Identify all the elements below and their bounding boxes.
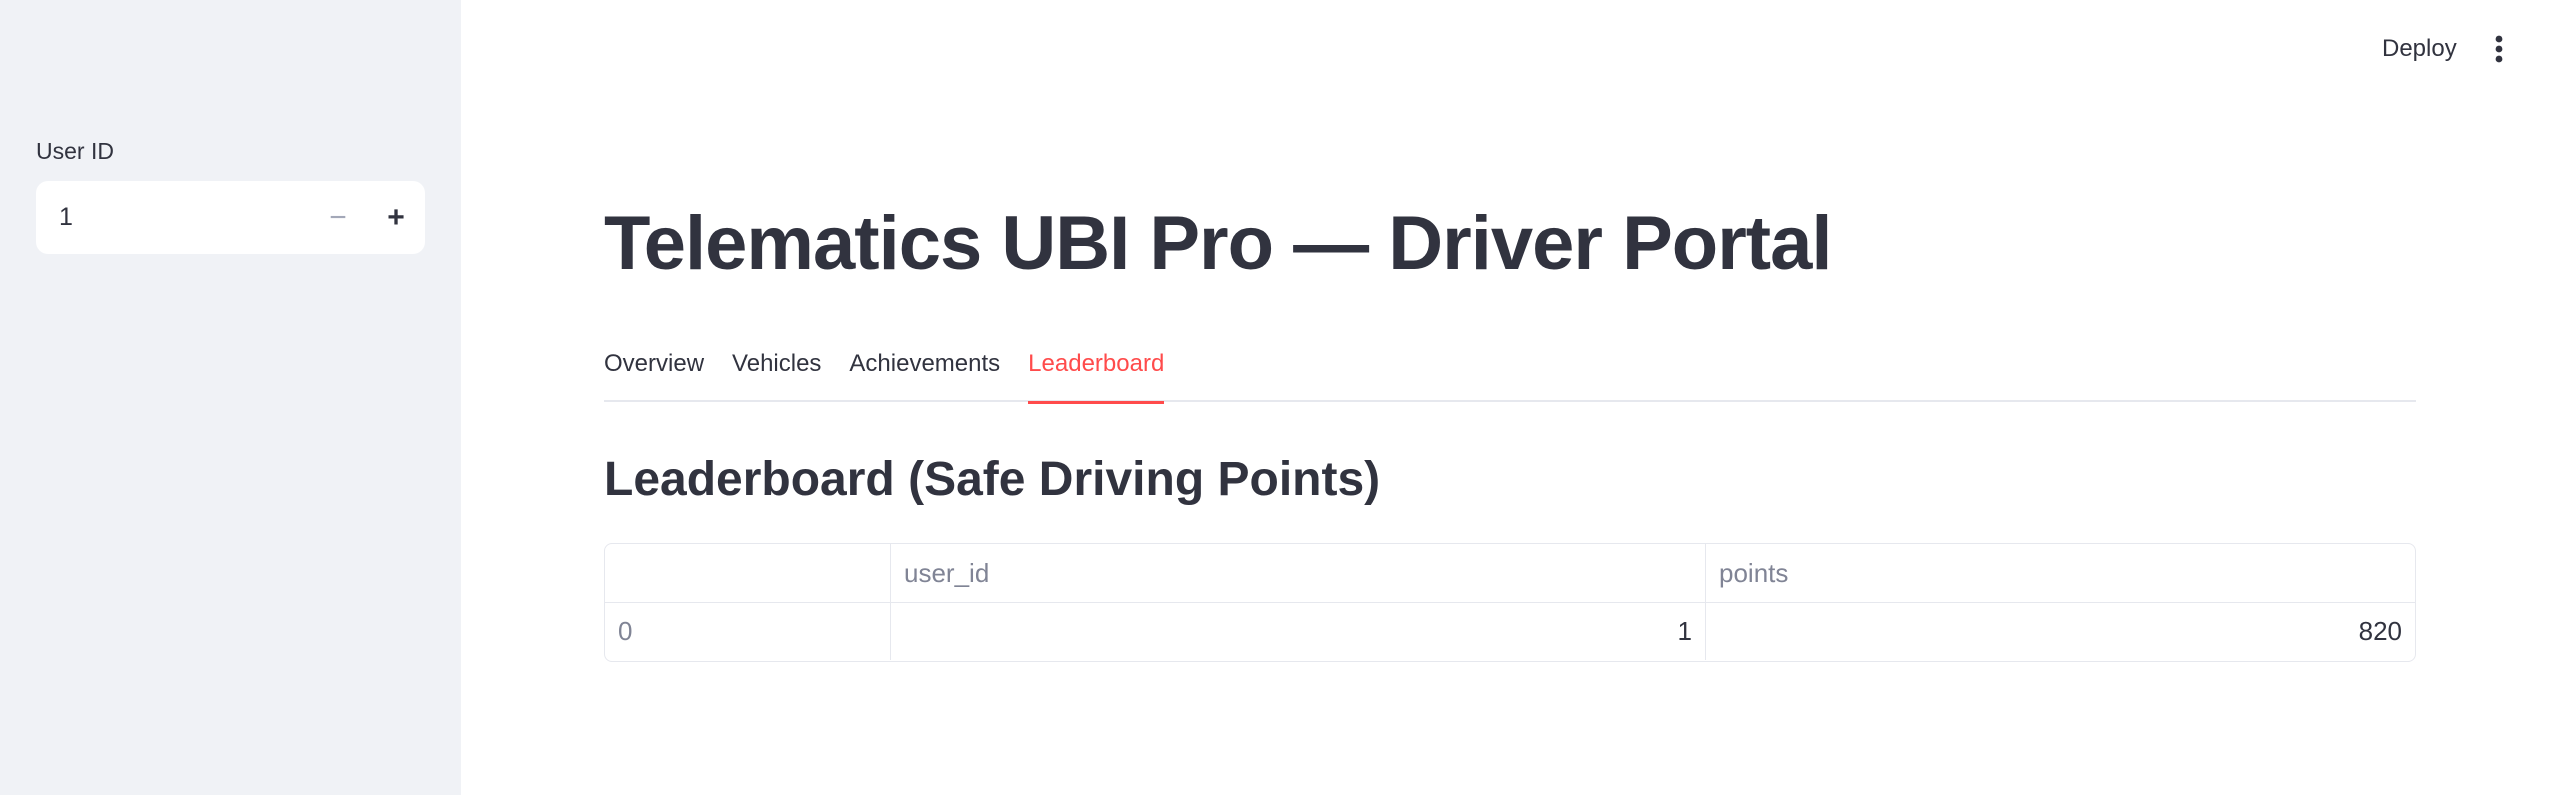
table-header-points[interactable]: points xyxy=(1706,544,2415,602)
deploy-button[interactable]: Deploy xyxy=(2370,26,2469,72)
sidebar: User ID 1 − + xyxy=(0,0,461,795)
tab-vehicles[interactable]: Vehicles xyxy=(732,340,821,402)
tab-overview[interactable]: Overview xyxy=(604,340,704,402)
table-header-user-id[interactable]: user_id xyxy=(891,544,1706,602)
table-header-index[interactable] xyxy=(605,544,891,602)
tab-achievements[interactable]: Achievements xyxy=(849,340,1000,402)
section-heading: Leaderboard (Safe Driving Points) xyxy=(604,453,1381,506)
user-id-field[interactable]: 1 xyxy=(36,203,309,232)
leaderboard-table[interactable]: user_id points 0 1 820 xyxy=(604,543,2416,662)
table-header-row: user_id points xyxy=(605,544,2415,602)
table-cell-user-id[interactable]: 1 xyxy=(891,603,1706,660)
tab-leaderboard[interactable]: Leaderboard xyxy=(1028,340,1165,404)
table-cell-points[interactable]: 820 xyxy=(1706,603,2415,660)
user-id-number-input: 1 − + xyxy=(36,181,425,254)
tab-bar: Overview Vehicles Achievements Leaderboa… xyxy=(604,340,2416,404)
page-title: Telematics UBI Pro — Driver Portal xyxy=(604,201,1832,286)
table-cell-index[interactable]: 0 xyxy=(605,603,891,660)
user-id-label: User ID xyxy=(36,138,114,164)
main-menu-button[interactable] xyxy=(2484,28,2514,70)
vertical-dots-icon xyxy=(2495,35,2503,63)
increment-button[interactable]: + xyxy=(367,181,425,254)
table-row: 0 1 820 xyxy=(605,602,2415,660)
decrement-button[interactable]: − xyxy=(309,181,367,254)
